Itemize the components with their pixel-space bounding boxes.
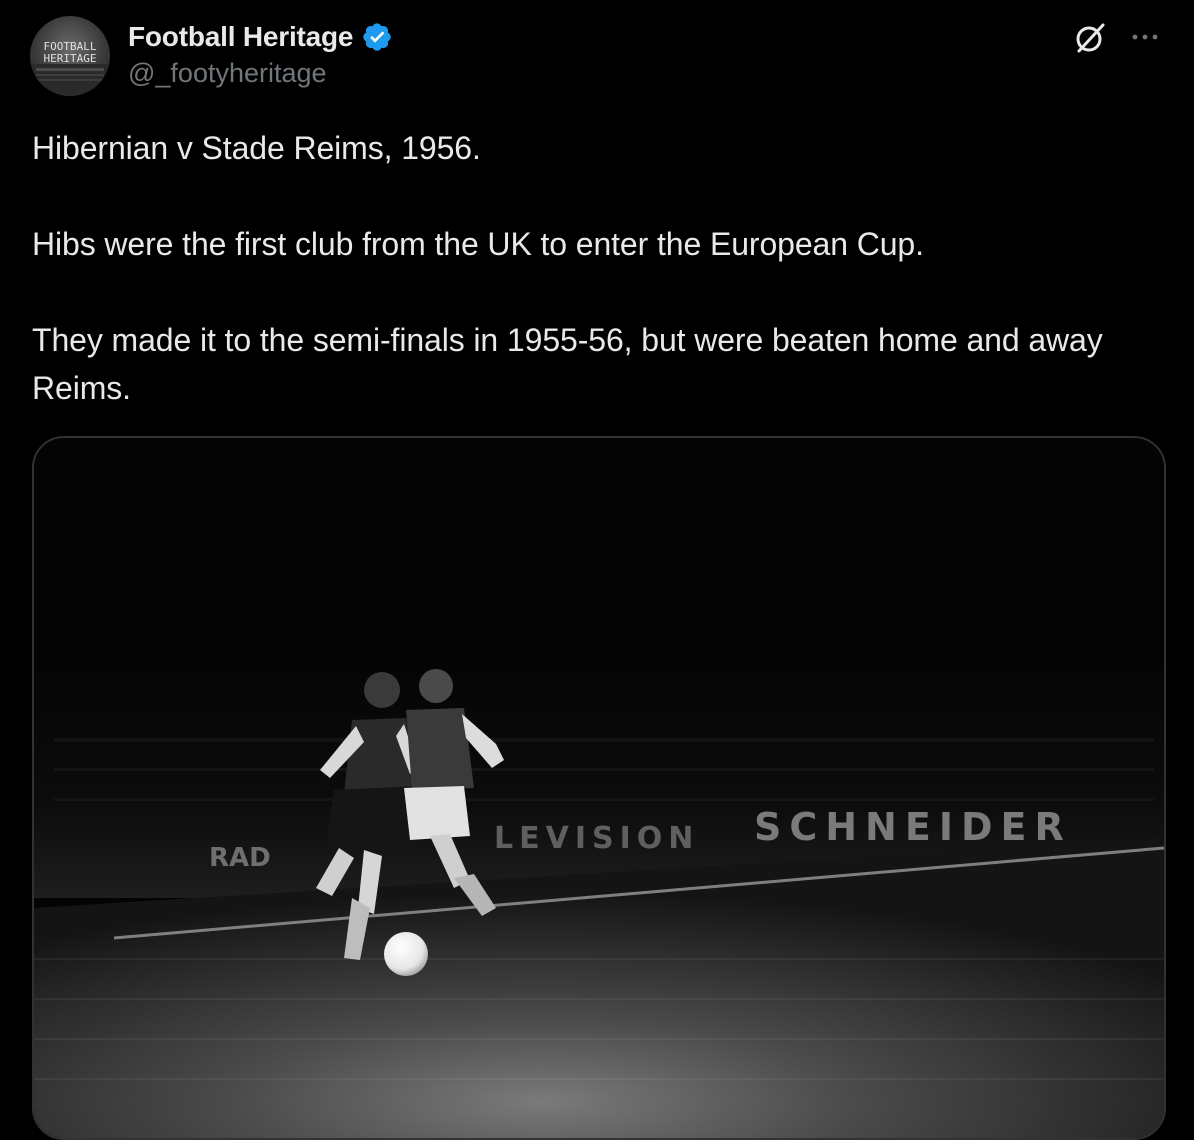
signage-middle: LEVISION [494, 821, 699, 856]
author-display-name: Football Heritage [128, 21, 354, 52]
signage-left: RAD [209, 843, 271, 873]
author-handle[interactable]: @_footyheritage [128, 58, 327, 89]
author-name-link[interactable]: Football Heritage [128, 18, 393, 56]
verified-badge-icon [363, 23, 391, 51]
tweet-paragraph: They made it to the semi-finals in 1955-… [32, 322, 1103, 406]
tweet-paragraph: Hibs were the first club from the UK to … [32, 226, 924, 262]
tweet-photo[interactable]: RAD LEVISION SCHNEIDER [32, 436, 1166, 1140]
signage-right: SCHNEIDER [754, 805, 1072, 849]
author-avatar[interactable]: FOOTBALL HERITAGE [30, 16, 110, 96]
avatar-text-line2: HERITAGE [44, 52, 97, 65]
football [384, 932, 428, 976]
tweet-text: Hibernian v Stade Reims, 1956. Hibs were… [32, 124, 1162, 412]
tweet-paragraph: Hibernian v Stade Reims, 1956. [32, 130, 481, 166]
grok-icon[interactable] [1072, 20, 1108, 56]
avatar-image: FOOTBALL HERITAGE [30, 40, 110, 96]
photo-image: RAD LEVISION SCHNEIDER [34, 438, 1164, 1138]
tweet-card[interactable]: FOOTBALL HERITAGE Football Heritage @_fo… [0, 0, 1194, 1140]
more-options-icon[interactable] [1128, 22, 1162, 52]
